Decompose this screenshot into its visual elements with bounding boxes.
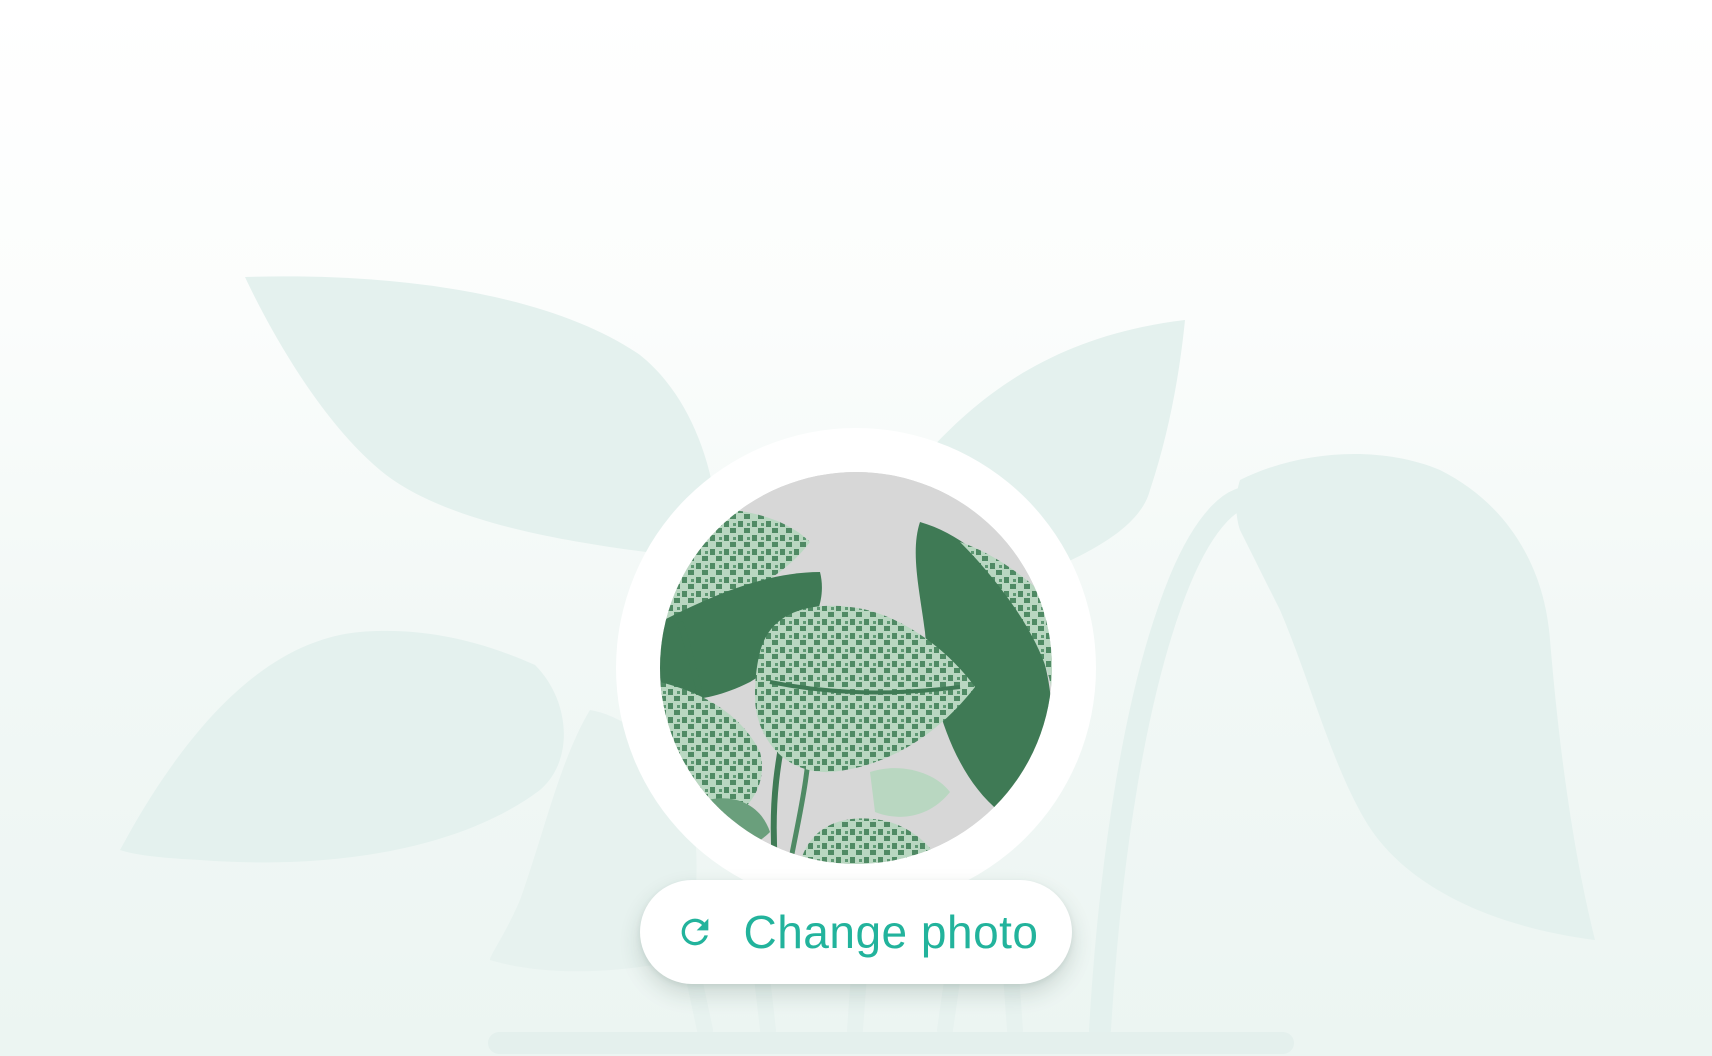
background-pot-rim	[488, 1032, 1294, 1054]
background-leaf-bottom-left	[120, 630, 564, 863]
profile-photo[interactable]	[660, 472, 1052, 864]
background-leaf-top-left	[245, 276, 720, 560]
change-photo-button[interactable]: Change photo	[640, 880, 1072, 984]
plant-photo	[660, 472, 1052, 864]
change-photo-label: Change photo	[743, 906, 1039, 958]
refresh-icon	[673, 910, 717, 954]
background-stem-right	[1089, 487, 1366, 1041]
